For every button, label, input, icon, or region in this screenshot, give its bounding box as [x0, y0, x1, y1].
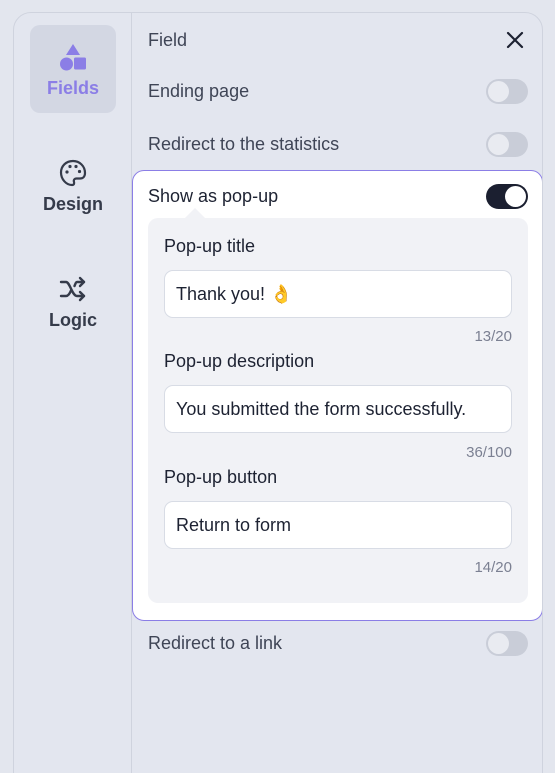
shapes-icon — [58, 40, 88, 74]
close-icon — [506, 31, 524, 49]
sidebar-item-label: Design — [42, 193, 103, 214]
popup-description-label: Pop-up description — [164, 351, 315, 371]
field-settings-panel: Field Ending page Redirect to the statis… — [132, 13, 542, 773]
sidebar-item-logic[interactable]: Logic — [30, 257, 116, 345]
sidebar-item-label: Fields — [46, 77, 99, 98]
ending-page-label: Ending page — [148, 80, 250, 101]
redirect-statistics-row: Redirect to the statistics — [148, 128, 528, 160]
popup-title-label: Pop-up title — [164, 236, 256, 256]
redirect-link-label: Redirect to a link — [148, 632, 283, 653]
popup-title-counter: 13/20 — [474, 328, 512, 345]
sidebar-item-design[interactable]: Design — [30, 141, 116, 229]
show-popup-label: Show as pop-up — [148, 185, 279, 206]
redirect-statistics-label: Redirect to the statistics — [148, 133, 340, 154]
popup-fields-box: Pop-up title Thank you! 👌 13/20 Pop-up d… — [148, 218, 528, 603]
popup-button-input[interactable]: Return to form — [164, 501, 512, 549]
show-popup-row: Show as pop-up — [148, 180, 528, 212]
ending-page-toggle[interactable] — [486, 78, 528, 104]
palette-icon — [58, 156, 88, 190]
popup-title-input[interactable]: Thank you! 👌 — [164, 270, 512, 318]
redirect-link-toggle[interactable] — [486, 630, 528, 656]
popup-description-input[interactable]: You submitted the form successfully. — [164, 385, 512, 433]
sidebar-item-fields[interactable]: Fields — [30, 25, 116, 113]
settings-window: Fields Design Logic Field Ending page Re… — [13, 12, 543, 773]
redirect-statistics-toggle[interactable] — [486, 131, 528, 157]
panel-header: Field — [148, 24, 528, 56]
show-popup-toggle[interactable] — [486, 183, 528, 209]
popup-description-counter: 36/100 — [466, 444, 512, 461]
ending-page-row: Ending page — [148, 75, 528, 107]
pointer-arrow — [185, 208, 205, 218]
popup-button-label: Pop-up button — [164, 467, 278, 487]
popup-settings-card: Show as pop-up Pop-up title Thank you! 👌… — [132, 170, 542, 621]
redirect-link-row: Redirect to a link — [148, 627, 528, 659]
panel-title: Field — [148, 29, 188, 50]
close-button[interactable] — [502, 27, 528, 53]
sidebar: Fields Design Logic — [14, 13, 132, 773]
shuffle-icon — [58, 272, 88, 306]
sidebar-item-label: Logic — [49, 309, 97, 330]
page: Fields Design Logic Field Ending page Re… — [0, 0, 555, 773]
popup-button-counter: 14/20 — [474, 559, 512, 576]
